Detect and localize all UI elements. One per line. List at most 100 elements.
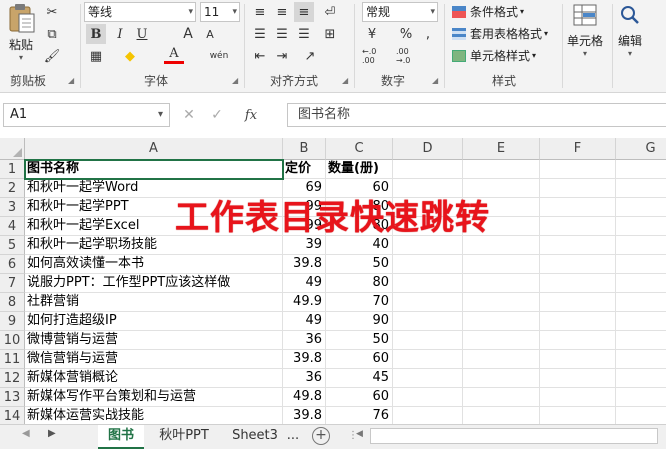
table-cell[interactable]: 36 bbox=[283, 331, 326, 350]
table-cell[interactable] bbox=[463, 388, 540, 407]
font-color-button[interactable]: A bbox=[164, 46, 184, 64]
table-cell[interactable] bbox=[616, 407, 666, 424]
table-cell[interactable] bbox=[393, 331, 463, 350]
table-cell[interactable]: 80 bbox=[326, 274, 393, 293]
percent-button[interactable]: % bbox=[396, 24, 416, 44]
table-cell[interactable] bbox=[540, 350, 616, 369]
border-icon[interactable]: ▦ bbox=[86, 46, 106, 66]
table-cell[interactable] bbox=[393, 160, 463, 179]
align-right-icon[interactable]: ☰ bbox=[294, 24, 314, 44]
table-cell[interactable] bbox=[616, 160, 666, 179]
table-cell[interactable] bbox=[616, 369, 666, 388]
table-cell[interactable] bbox=[393, 293, 463, 312]
wrap-text-icon[interactable]: ⏎ bbox=[320, 2, 340, 22]
row-header[interactable]: 8 bbox=[0, 293, 25, 312]
table-cell[interactable]: 90 bbox=[326, 312, 393, 331]
table-cell[interactable]: 36 bbox=[283, 369, 326, 388]
conditional-format-button[interactable]: 条件格式 ▾ bbox=[452, 3, 524, 20]
table-cell[interactable]: 微博营销与运营 bbox=[25, 331, 283, 350]
phonetic-button[interactable]: wén bbox=[204, 46, 234, 66]
table-cell[interactable]: 新媒体营销概论 bbox=[25, 369, 283, 388]
column-header-c[interactable]: C bbox=[326, 138, 393, 160]
table-cell[interactable]: 定价 bbox=[283, 160, 326, 179]
table-cell[interactable] bbox=[463, 312, 540, 331]
table-cell[interactable] bbox=[540, 312, 616, 331]
copy-icon[interactable]: ⧉ bbox=[42, 24, 62, 44]
table-cell[interactable]: 49.9 bbox=[283, 293, 326, 312]
horizontal-scrollbar[interactable] bbox=[370, 428, 658, 444]
table-cell[interactable] bbox=[616, 388, 666, 407]
table-cell[interactable]: 50 bbox=[326, 331, 393, 350]
table-cell[interactable]: 45 bbox=[326, 369, 393, 388]
bold-button[interactable]: B bbox=[86, 24, 106, 44]
table-cell[interactable] bbox=[540, 388, 616, 407]
table-cell[interactable]: 39.8 bbox=[283, 350, 326, 369]
table-cell[interactable]: 60 bbox=[326, 350, 393, 369]
fill-color-icon[interactable]: ◆ bbox=[120, 46, 140, 66]
decrease-font-size-button[interactable]: A bbox=[200, 24, 220, 44]
increase-font-size-button[interactable]: A bbox=[178, 24, 198, 44]
table-cell[interactable] bbox=[463, 274, 540, 293]
table-cell[interactable]: 图书名称 bbox=[25, 160, 283, 179]
table-cell[interactable]: 微信营销与运营 bbox=[25, 350, 283, 369]
table-cell[interactable] bbox=[393, 388, 463, 407]
name-box[interactable]: A1 ▾ bbox=[3, 103, 170, 127]
enter-icon[interactable]: ✓ bbox=[203, 107, 231, 123]
row-header[interactable]: 12 bbox=[0, 369, 25, 388]
orientation-icon[interactable]: ↗ bbox=[300, 46, 320, 66]
middle-align-icon[interactable]: ≡ bbox=[272, 2, 292, 22]
table-cell[interactable] bbox=[616, 198, 666, 217]
number-format-select[interactable]: 常规 ▾ bbox=[362, 2, 438, 22]
cut-icon[interactable]: ✂ bbox=[42, 2, 62, 22]
table-cell[interactable] bbox=[616, 293, 666, 312]
table-cell[interactable] bbox=[463, 160, 540, 179]
table-cell[interactable]: 如何高效读懂一本书 bbox=[25, 255, 283, 274]
decrease-indent-icon[interactable]: ⇤ bbox=[250, 46, 270, 66]
table-cell[interactable] bbox=[616, 217, 666, 236]
table-cell[interactable] bbox=[463, 407, 540, 424]
table-cell[interactable]: 50 bbox=[326, 255, 393, 274]
more-tabs-button[interactable]: ... bbox=[284, 425, 302, 449]
table-cell[interactable] bbox=[540, 198, 616, 217]
table-cell[interactable]: 如何打造超级IP bbox=[25, 312, 283, 331]
increase-indent-icon[interactable]: ⇥ bbox=[272, 46, 292, 66]
table-cell[interactable] bbox=[540, 274, 616, 293]
table-cell[interactable] bbox=[463, 331, 540, 350]
table-format-button[interactable]: 套用表格格式 ▾ bbox=[452, 25, 548, 42]
table-cell[interactable]: 60 bbox=[326, 388, 393, 407]
table-cell[interactable]: 说服力PPT：工作型PPT应该这样做 bbox=[25, 274, 283, 293]
insert-function-icon[interactable]: fx bbox=[231, 108, 271, 123]
row-header[interactable]: 1 bbox=[0, 160, 25, 179]
table-cell[interactable]: 数量(册) bbox=[326, 160, 393, 179]
table-cell[interactable] bbox=[540, 179, 616, 198]
top-align-icon[interactable]: ≡ bbox=[250, 2, 270, 22]
cancel-icon[interactable]: ✕ bbox=[175, 107, 203, 123]
merge-center-icon[interactable]: ⊞ bbox=[320, 24, 340, 44]
align-center-icon[interactable]: ☰ bbox=[272, 24, 292, 44]
table-cell[interactable] bbox=[540, 407, 616, 424]
table-cell[interactable] bbox=[616, 179, 666, 198]
table-cell[interactable] bbox=[616, 236, 666, 255]
table-cell[interactable] bbox=[540, 160, 616, 179]
number-launcher-icon[interactable]: ◢ bbox=[432, 76, 438, 85]
table-cell[interactable]: 39.8 bbox=[283, 407, 326, 424]
table-cell[interactable] bbox=[393, 369, 463, 388]
table-cell[interactable] bbox=[463, 350, 540, 369]
table-cell[interactable]: 社群营销 bbox=[25, 293, 283, 312]
sheet-tab-1[interactable]: 秋叶PPT bbox=[150, 425, 218, 449]
alignment-launcher-icon[interactable]: ◢ bbox=[342, 76, 348, 85]
table-cell[interactable] bbox=[616, 255, 666, 274]
font-name-select[interactable]: 等线 ▾ bbox=[84, 2, 196, 22]
increase-decimal-button[interactable]: ←.0 .00 bbox=[362, 46, 388, 66]
editing-button[interactable]: 编辑 ▾ bbox=[617, 2, 643, 58]
table-cell[interactable] bbox=[540, 255, 616, 274]
row-header[interactable]: 4 bbox=[0, 217, 25, 236]
row-header[interactable]: 7 bbox=[0, 274, 25, 293]
table-cell[interactable] bbox=[393, 350, 463, 369]
add-sheet-icon[interactable]: + bbox=[312, 427, 330, 445]
row-header[interactable]: 10 bbox=[0, 331, 25, 350]
table-cell[interactable] bbox=[393, 312, 463, 331]
font-launcher-icon[interactable]: ◢ bbox=[232, 76, 238, 85]
tab-scroll-right-icon[interactable]: ▶ bbox=[48, 428, 56, 439]
formula-input[interactable]: 图书名称 bbox=[287, 103, 666, 127]
